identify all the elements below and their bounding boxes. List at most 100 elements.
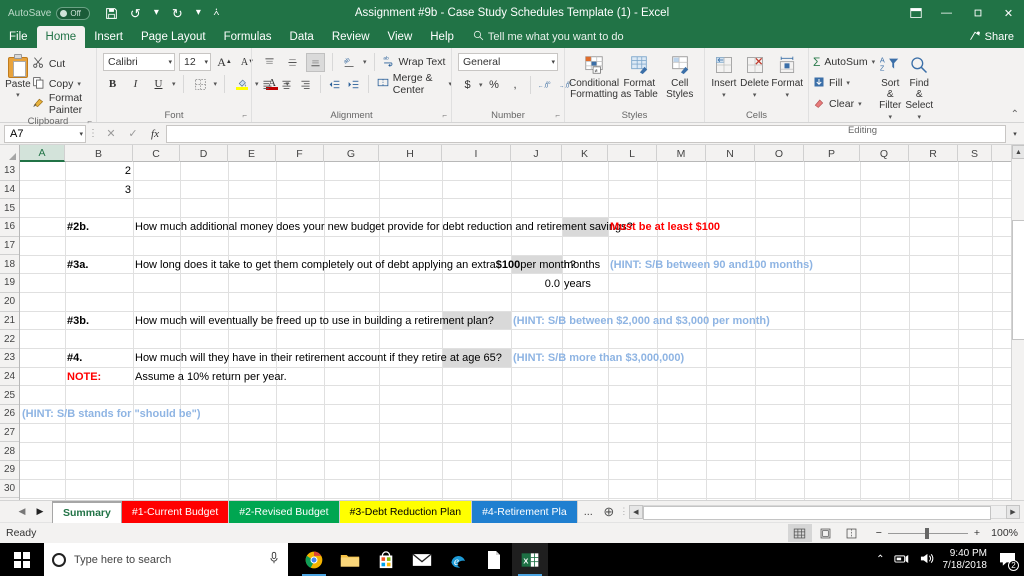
ribbon-display-options-icon[interactable] <box>900 0 931 26</box>
underline-button[interactable]: U <box>149 75 168 94</box>
tab-home[interactable]: Home <box>36 26 86 48</box>
page-break-preview-icon[interactable] <box>840 524 864 542</box>
horizontal-scroll-thumb[interactable] <box>642 505 992 520</box>
column-header-c[interactable]: C <box>133 145 180 162</box>
cell-styles-button[interactable]: Cell Styles <box>660 52 700 100</box>
search-input[interactable]: Type here to search <box>44 543 288 576</box>
format-as-table-button[interactable]: Format as Table <box>619 52 659 100</box>
font-name-combo[interactable]: Calibri ▾ <box>103 53 175 71</box>
close-icon[interactable]: ✕ <box>993 0 1024 26</box>
font-size-caret-icon[interactable]: ▾ <box>204 58 208 66</box>
tell-me-box[interactable]: Tell me what you want to do <box>473 26 624 48</box>
cell-b21-label[interactable]: #3b. <box>65 312 91 331</box>
number-format-caret-icon[interactable]: ▾ <box>551 58 555 66</box>
column-header-j[interactable]: J <box>511 145 562 162</box>
zoom-in-button[interactable]: + <box>974 527 980 539</box>
collapse-ribbon-icon[interactable]: ⌃ <box>1011 109 1019 120</box>
insert-dropdown-icon[interactable]: ▾ <box>722 90 726 101</box>
cancel-icon[interactable]: ✕ <box>100 125 122 143</box>
delete-cells-button[interactable]: Delete ▾ <box>739 52 771 101</box>
column-header-k[interactable]: K <box>562 145 608 162</box>
orientation-icon[interactable]: ab <box>340 53 359 72</box>
tab-insert[interactable]: Insert <box>85 26 132 48</box>
file-explorer-icon[interactable] <box>332 543 368 576</box>
row-header-30[interactable]: 30 <box>0 480 19 499</box>
chrome-icon[interactable] <box>296 543 332 576</box>
cell-b23-label[interactable]: #4. <box>65 349 84 368</box>
column-header-p[interactable]: P <box>804 145 860 162</box>
clear-dropdown-icon[interactable]: ▾ <box>858 100 862 108</box>
delete-dropdown-icon[interactable]: ▾ <box>753 90 757 101</box>
column-header-g[interactable]: G <box>324 145 379 162</box>
cell-b16-label[interactable]: #2b. <box>65 218 91 237</box>
row-header-15[interactable]: 15 <box>0 199 19 219</box>
tab-page-layout[interactable]: Page Layout <box>132 26 215 48</box>
decrease-indent-icon[interactable] <box>327 75 342 94</box>
microsoft-store-icon[interactable] <box>368 543 404 576</box>
row-header-16[interactable]: 16 <box>0 218 19 237</box>
scroll-up-button[interactable]: ▲ <box>1012 145 1024 159</box>
cell-c16-question[interactable]: How much additional money does your new … <box>133 218 635 237</box>
tab-split-handle[interactable]: ⋮ <box>619 506 629 517</box>
horizontal-scroll-track[interactable] <box>642 504 1006 520</box>
orientation-dropdown-icon[interactable]: ▾ <box>363 58 367 66</box>
zoom-slider[interactable] <box>887 527 968 539</box>
row-header-18[interactable]: 18 <box>0 255 19 275</box>
autosum-dropdown-icon[interactable]: ▾ <box>872 58 876 66</box>
accounting-format-button[interactable]: $ <box>458 76 477 95</box>
row-header-14[interactable]: 14 <box>0 181 19 200</box>
autosave-toggle[interactable]: AutoSave Off <box>0 6 91 20</box>
share-button[interactable]: Share <box>959 26 1024 48</box>
cell-k19-unit[interactable]: years <box>562 274 593 293</box>
percent-format-button[interactable]: % <box>485 76 504 95</box>
mail-icon[interactable] <box>404 543 440 576</box>
row-header-13[interactable]: 13 <box>0 162 19 181</box>
clock[interactable]: 9:40 PM 7/18/2018 <box>943 548 988 572</box>
cell-k18-unit[interactable]: months <box>562 256 602 275</box>
row-header-31[interactable]: 31 <box>0 498 19 500</box>
cell-b13[interactable]: 2 <box>65 162 133 181</box>
row-header-17[interactable]: 17 <box>0 237 19 256</box>
cell-b14[interactable]: 3 <box>65 181 133 200</box>
microphone-icon[interactable] <box>268 551 280 568</box>
vertical-scroll-thumb[interactable] <box>1012 220 1024 340</box>
wrap-text-button[interactable]: ab Wrap Text <box>382 53 446 71</box>
merge-center-button[interactable]: Merge & Center ▾ <box>376 72 452 96</box>
cut-button[interactable]: Cut <box>32 54 92 74</box>
row-header-25[interactable]: 25 <box>0 386 19 405</box>
column-header-b[interactable]: B <box>65 145 133 162</box>
minimize-icon[interactable]: — <box>931 0 962 26</box>
cell-b24-note-label[interactable]: NOTE: <box>65 368 103 387</box>
font-name-caret-icon[interactable]: ▾ <box>168 58 172 66</box>
action-center-icon[interactable]: 2 <box>996 549 1019 571</box>
cell-j19-value[interactable]: 0.0 <box>511 274 562 293</box>
column-header-e[interactable]: E <box>228 145 276 162</box>
format-painter-button[interactable]: Format Painter <box>32 92 92 116</box>
copy-button[interactable]: Copy ▾ <box>32 74 92 94</box>
next-sheet-icon[interactable]: ▶ <box>32 506 48 517</box>
document-icon[interactable] <box>476 543 512 576</box>
redo-dropdown-icon[interactable]: ▾ <box>190 2 206 24</box>
number-dialog-launcher-icon[interactable]: ⌐ <box>555 111 560 120</box>
row-header-22[interactable]: 22 <box>0 330 19 349</box>
more-sheet-tabs[interactable]: ... <box>578 506 599 518</box>
borders-icon[interactable] <box>191 75 210 94</box>
row-header-29[interactable]: 29 <box>0 461 19 480</box>
column-header-f[interactable]: F <box>276 145 324 162</box>
fill-dropdown-icon[interactable]: ▾ <box>846 79 850 87</box>
vertical-scrollbar[interactable]: ▲ <box>1011 145 1024 500</box>
insert-function-icon[interactable]: fx <box>144 125 166 143</box>
font-size-combo[interactable]: 12 ▾ <box>179 53 211 71</box>
paste-button[interactable]: Paste ▾ <box>4 52 32 99</box>
clear-button[interactable]: Clear ▾ <box>813 94 875 114</box>
find-select-button[interactable]: Find & Select ▾ <box>905 52 933 123</box>
column-header-m[interactable]: M <box>657 145 706 162</box>
clipboard-dialog-launcher-icon[interactable]: ⌐ <box>87 117 92 126</box>
save-icon[interactable] <box>100 2 122 24</box>
show-hidden-icons-icon[interactable]: ⌃ <box>876 554 884 565</box>
copy-dropdown-icon[interactable]: ▾ <box>77 80 81 88</box>
column-header-o[interactable]: O <box>755 145 804 162</box>
redo-icon[interactable]: ↻ <box>166 2 188 24</box>
horizontal-scrollbar[interactable]: ◀ ▶ <box>628 504 1024 520</box>
align-right-icon[interactable] <box>298 75 313 94</box>
